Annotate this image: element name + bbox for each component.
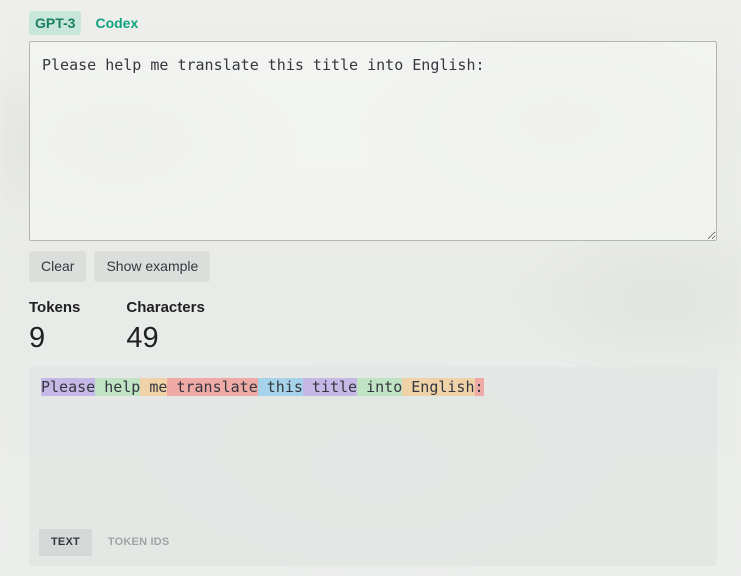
token: title: [302, 378, 358, 396]
token: :: [474, 378, 484, 396]
clear-button[interactable]: Clear: [29, 251, 87, 282]
characters-stat: Characters 49: [126, 299, 204, 355]
token: help: [95, 378, 141, 396]
token: me: [140, 378, 168, 396]
prompt-input[interactable]: [29, 41, 717, 241]
characters-label: Characters: [126, 299, 205, 316]
token: Please: [41, 378, 96, 396]
show-example-button[interactable]: Show example: [94, 251, 211, 282]
stats: Tokens 9 Characters 49: [29, 299, 205, 355]
action-buttons: Clear Show example: [29, 251, 211, 282]
model-tabs: GPT-3 Codex: [29, 11, 144, 35]
tokens-count: 9: [29, 322, 46, 354]
token-ids-view-button[interactable]: TOKEN IDS: [96, 529, 182, 556]
tokenized-text: Please help me translate this title into…: [41, 377, 484, 397]
tab-gpt3[interactable]: GPT-3: [29, 11, 82, 35]
view-toggle: TEXT TOKEN IDS: [39, 529, 181, 556]
token: into: [357, 378, 403, 396]
token-output-panel: Please help me translate this title into…: [29, 367, 717, 566]
tokens-label: Tokens: [29, 299, 81, 316]
token: this: [257, 378, 303, 396]
token: English: [402, 378, 475, 396]
characters-count: 49: [126, 322, 159, 354]
tokens-stat: Tokens 9: [29, 299, 80, 355]
token: translate: [167, 378, 258, 396]
text-view-button[interactable]: TEXT: [39, 529, 92, 556]
tab-codex[interactable]: Codex: [89, 11, 144, 35]
